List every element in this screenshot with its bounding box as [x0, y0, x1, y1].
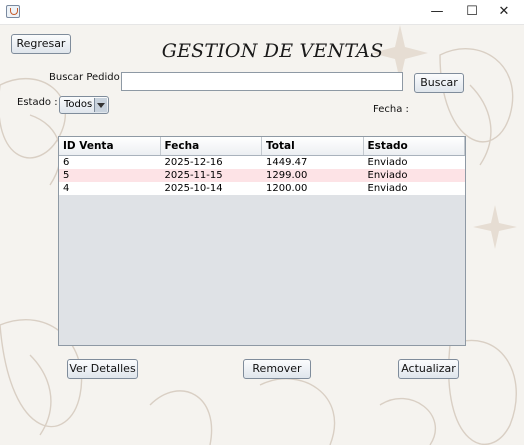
minimize-button[interactable]: —: [417, 0, 457, 24]
column-header-estado[interactable]: Estado: [364, 137, 465, 155]
details-button[interactable]: Ver Detalles: [67, 359, 138, 379]
table-row[interactable]: 6 2025-12-16 1449.47 Enviado: [59, 156, 465, 169]
cell-total: 1200.00: [266, 183, 308, 194]
cell-id: 6: [63, 157, 70, 168]
column-header-total[interactable]: Total: [262, 137, 364, 155]
cell-total: 1449.47: [266, 157, 308, 168]
remove-button[interactable]: Remover: [243, 359, 311, 379]
back-button[interactable]: Regresar: [11, 34, 71, 54]
table-header: ID Venta Fecha Total Estado: [59, 137, 465, 156]
cell-id: 5: [63, 170, 70, 181]
cell-estado: Enviado: [367, 170, 408, 181]
cell-estado: Enviado: [367, 157, 408, 168]
fecha-label: Fecha :: [373, 104, 409, 115]
search-label: Buscar Pedido :: [49, 72, 127, 83]
window-titlebar: — ☐ ✕: [0, 0, 524, 25]
main-panel: Regresar GESTION DE VENTAS Buscar Pedido…: [0, 25, 524, 445]
sales-table: ID Venta Fecha Total Estado 6 2025-12-16…: [58, 136, 466, 346]
java-cup-icon: [6, 5, 20, 18]
search-button[interactable]: Buscar: [414, 73, 464, 93]
cell-fecha: 2025-11-15: [164, 170, 223, 181]
cell-total: 1299.00: [266, 170, 308, 181]
column-header-id[interactable]: ID Venta: [59, 137, 161, 155]
estado-select-value: Todos: [64, 99, 93, 110]
cell-estado: Enviado: [367, 183, 408, 194]
close-button[interactable]: ✕: [484, 0, 524, 24]
estado-select[interactable]: Todos: [59, 96, 109, 114]
cell-fecha: 2025-10-14: [164, 183, 223, 194]
cell-id: 4: [63, 183, 70, 194]
search-input[interactable]: [121, 72, 403, 91]
refresh-button[interactable]: Actualizar: [398, 359, 459, 379]
table-row[interactable]: 4 2025-10-14 1200.00 Enviado: [59, 182, 465, 195]
estado-label: Estado :: [17, 97, 58, 108]
column-header-fecha[interactable]: Fecha: [161, 137, 262, 155]
table-row[interactable]: 5 2025-11-15 1299.00 Enviado: [59, 169, 465, 182]
chevron-down-icon[interactable]: [94, 98, 107, 112]
cell-fecha: 2025-12-16: [164, 157, 223, 168]
page-title: GESTION DE VENTAS: [161, 40, 384, 62]
